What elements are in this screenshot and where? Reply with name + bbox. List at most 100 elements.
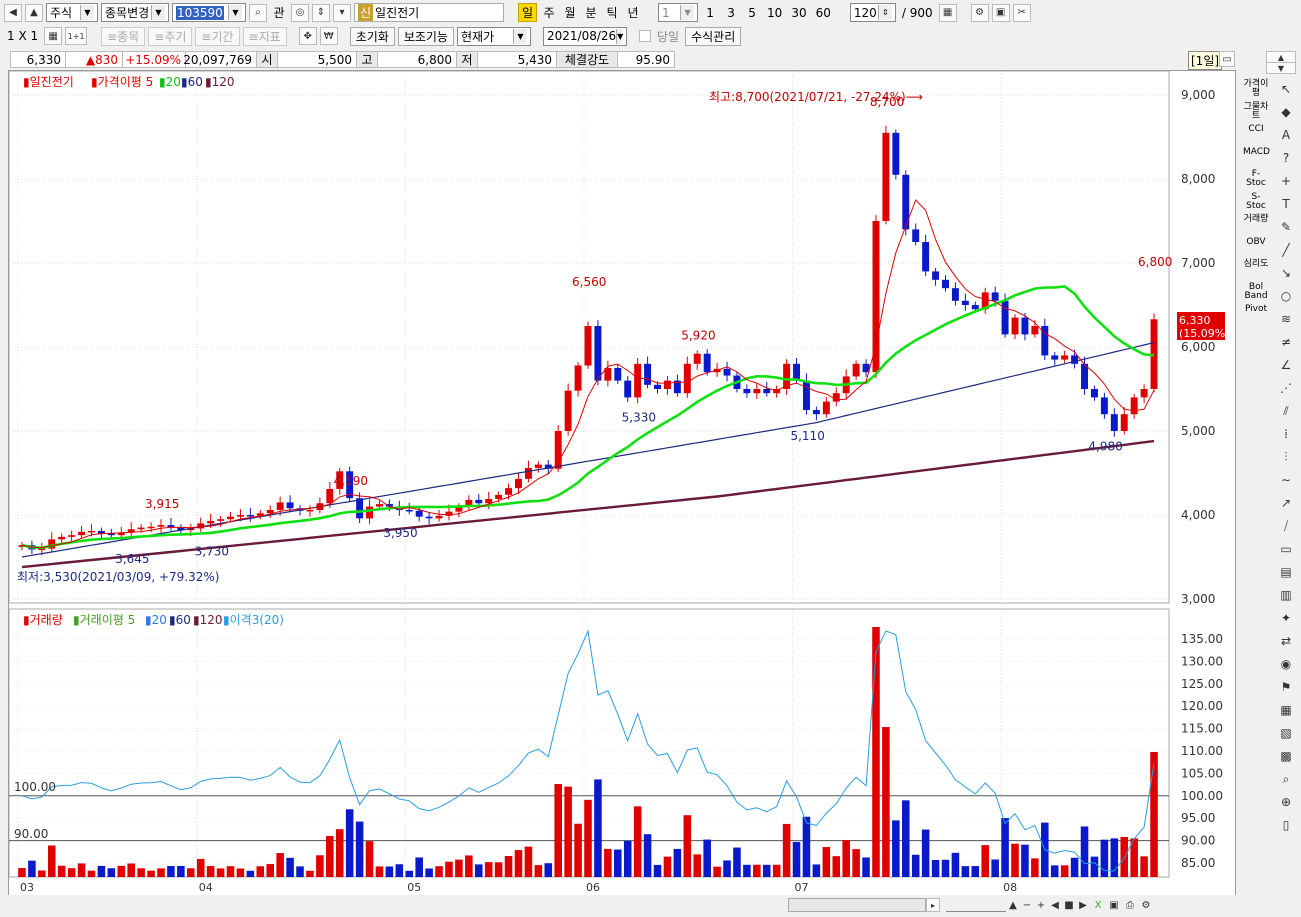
indicator-list-button[interactable]: ≡지표 <box>242 26 287 46</box>
sidebar-indicator-item[interactable]: 심리도 <box>1243 260 1269 269</box>
help-icon[interactable]: ? <box>1277 149 1295 167</box>
sidebar-indicator-item[interactable]: MACD <box>1243 147 1270 157</box>
zoom-slider[interactable] <box>946 898 1006 912</box>
sidebar-indicator-item[interactable]: Pivot <box>1243 305 1269 314</box>
minus-icon[interactable]: − <box>1020 898 1034 912</box>
next-icon[interactable]: ▶ <box>1076 898 1090 912</box>
scroll-right-icon[interactable]: ▸ <box>926 898 940 912</box>
target-icon[interactable]: ⊕ <box>1277 793 1295 811</box>
period-month-button[interactable]: 월 <box>561 3 579 22</box>
search-icon[interactable]: ◉ <box>1277 655 1295 673</box>
wave-icon[interactable]: ∼ <box>1277 471 1295 489</box>
quick-10-button[interactable]: 10 <box>764 3 785 22</box>
gwan-button[interactable]: 관 <box>270 3 288 22</box>
circle-icon[interactable]: ○ <box>1277 287 1295 305</box>
count-input[interactable]: 120 ⇕ <box>849 3 896 22</box>
excel-icon[interactable]: X <box>1090 898 1106 912</box>
reset-button[interactable]: 초기화 <box>349 26 395 46</box>
period-year-button[interactable]: 년 <box>624 3 642 22</box>
flag-icon[interactable]: ⚑ <box>1277 678 1295 696</box>
doc-icon[interactable]: ▦ <box>1277 701 1295 719</box>
auto-icon[interactable]: A <box>1277 126 1295 144</box>
note-icon[interactable]: ▤ <box>1277 563 1295 581</box>
period-day-button[interactable]: 일 <box>518 3 538 22</box>
sidebar-indicator-item[interactable]: Bol Band <box>1243 282 1269 301</box>
print-icon[interactable]: ⎙ <box>1122 898 1138 912</box>
chart-scrollbar[interactable] <box>788 898 926 912</box>
today-checkbox[interactable] <box>638 30 651 42</box>
zigzag-icon[interactable]: ≋ <box>1277 310 1295 328</box>
magnifier-icon[interactable]: ⌕ <box>1277 770 1295 788</box>
move-icon[interactable]: ✥ <box>298 27 317 45</box>
range-list-button[interactable]: ≡기간 <box>195 26 240 46</box>
up-icon[interactable]: ▲ <box>25 3 43 22</box>
zoom-in-icon[interactable]: ▲ <box>1006 898 1020 912</box>
layout-grid-icon[interactable]: ▦ <box>44 27 63 45</box>
period-list-button[interactable]: ≡주기 <box>148 26 193 46</box>
bars-icon[interactable]: ▥ <box>1277 586 1295 604</box>
fan-icon[interactable]: ⋰ <box>1277 379 1295 397</box>
chart-type-icon[interactable]: ₩ <box>319 27 338 45</box>
scroll-down-icon[interactable]: ▼ <box>1266 62 1296 74</box>
ray-icon[interactable]: ↘ <box>1277 264 1295 282</box>
quick-60-button[interactable]: 60 <box>813 3 834 22</box>
sidebar-indicator-item[interactable]: CCI <box>1243 125 1269 134</box>
up-down-icon[interactable]: ⇕ <box>312 3 330 22</box>
change-item-select[interactable]: 종목변경 ▼ <box>101 3 169 22</box>
sidebar-indicator-item[interactable]: S-Stoc <box>1243 192 1269 211</box>
quick-30-button[interactable]: 30 <box>788 3 809 22</box>
doc-search-icon[interactable]: ▧ <box>1277 724 1295 742</box>
fibonacci-icon[interactable]: ≠ <box>1277 333 1295 351</box>
window-icon[interactable]: ▭ <box>1219 51 1235 67</box>
sidebar-indicator-item[interactable]: 그물차트 <box>1243 102 1269 121</box>
stock-code-input[interactable]: 103590 ▼ <box>172 3 246 22</box>
interval-select[interactable]: 1 ▼ <box>658 3 699 22</box>
back-icon[interactable]: ◀ <box>4 3 22 22</box>
save-icon[interactable]: ▣ <box>991 3 1010 22</box>
stock-list-button[interactable]: ≡종목 <box>101 26 146 46</box>
eraser-icon[interactable]: ◆ <box>1277 103 1295 121</box>
market-select[interactable]: 주식 ▼ <box>46 3 98 22</box>
formula-button[interactable]: 수식관리 <box>685 26 742 46</box>
stock-name-field[interactable]: 신 일진전기 <box>354 3 504 22</box>
tools-icon[interactable]: ✦ <box>1277 609 1295 627</box>
cursor-icon[interactable]: ↖ <box>1277 80 1295 98</box>
angle-icon[interactable]: ∠ <box>1277 356 1295 374</box>
chevron-down-icon[interactable]: ▾ <box>333 3 351 22</box>
arrow-icon[interactable]: ↗ <box>1277 494 1295 512</box>
chart-svg[interactable]: 9,000 8,000 7,000 6,000 5,000 4,000 3,000 03 04 0… <box>8 70 1235 899</box>
period-tick-button[interactable]: 틱 <box>603 3 621 22</box>
sidebar-indicator-item[interactable]: OBV <box>1243 237 1269 247</box>
box-icon[interactable]: ▭ <box>1277 540 1295 558</box>
stop-icon[interactable]: ■ <box>1062 898 1076 912</box>
save-icon[interactable]: ▣ <box>1106 898 1122 912</box>
grid-icon[interactable]: ⁞ <box>1277 425 1295 443</box>
line-icon[interactable]: ╱ <box>1277 241 1295 259</box>
quick-5-button[interactable]: 5 <box>743 3 761 22</box>
crosshair-icon[interactable]: + <box>1277 172 1295 190</box>
date-select[interactable]: 2021/08/26 ▼ <box>542 26 627 46</box>
settings-icon[interactable]: ⚙ <box>1138 898 1154 912</box>
search-icon[interactable]: ⌕ <box>249 3 267 22</box>
auto-trend-icon[interactable]: ⧸ <box>1277 517 1295 535</box>
andrews-icon[interactable]: ⫶ <box>1277 448 1295 466</box>
prev-icon[interactable]: ◀ <box>1048 898 1062 912</box>
layout-label[interactable]: 1 X 1 <box>4 27 41 46</box>
grid-icon[interactable]: ▦ <box>938 3 957 22</box>
current-price-select[interactable]: 현재가 ▼ <box>456 26 531 46</box>
plus-icon[interactable]: + <box>1034 898 1048 912</box>
sidebar-indicator-item[interactable]: F-Stoc <box>1243 170 1269 188</box>
channel-icon[interactable]: ⫽ <box>1277 402 1295 420</box>
period-minute-button[interactable]: 분 <box>582 3 600 22</box>
sidebar-indicator-item[interactable]: 거래량 <box>1243 215 1269 224</box>
aux-function-button[interactable]: 보조기능 <box>397 26 454 46</box>
phone-icon[interactable]: ▯ <box>1277 816 1295 834</box>
text-icon[interactable]: T <box>1277 195 1295 213</box>
sidebar-indicator-item[interactable]: 가격이평 <box>1243 80 1269 98</box>
tools-icon[interactable]: ✂ <box>1012 3 1031 22</box>
one-plus-one-button[interactable]: 1+1 <box>65 27 88 45</box>
compare-icon[interactable]: ⇄ <box>1277 632 1295 650</box>
gear-icon[interactable]: ⚙ <box>970 3 989 22</box>
excel-icon[interactable]: ▩ <box>1277 747 1295 765</box>
settings-icon[interactable]: ◎ <box>291 3 309 22</box>
